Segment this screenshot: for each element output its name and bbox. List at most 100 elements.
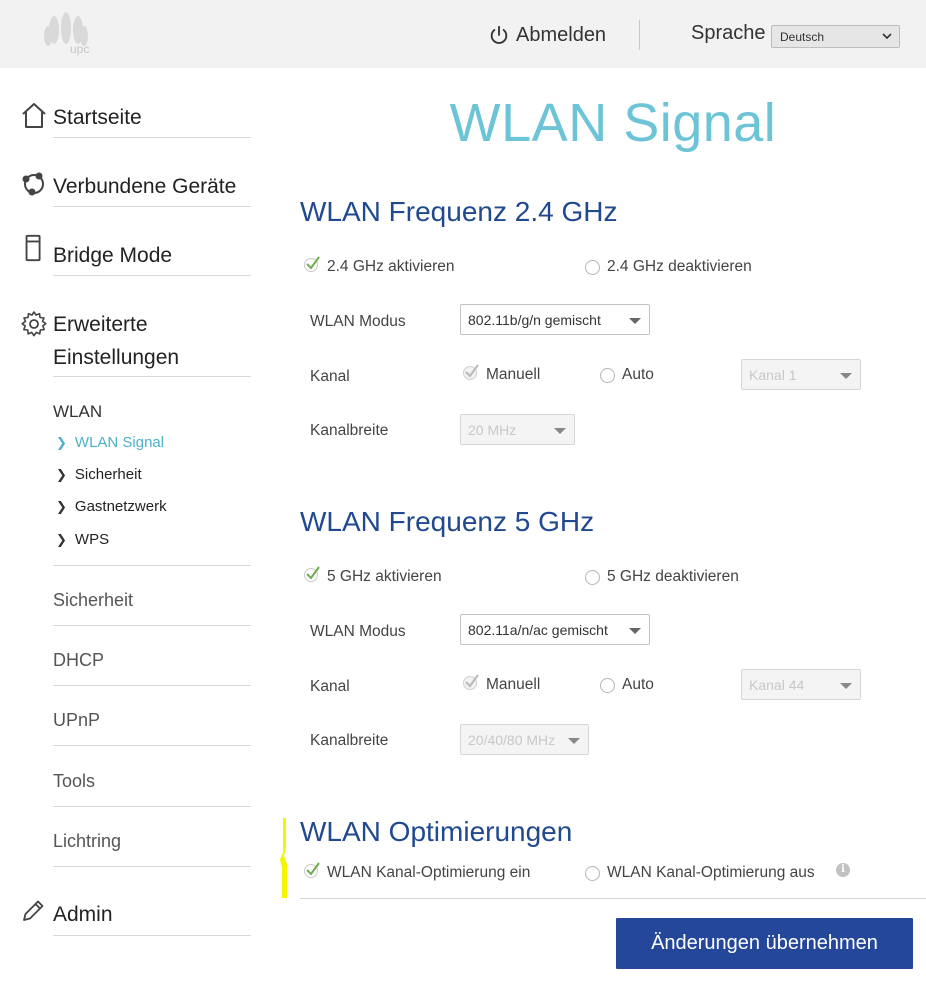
radio-label: 2.4 GHz deaktivieren xyxy=(607,258,752,275)
select-value: Kanal 44 xyxy=(749,677,805,693)
sidebar-item-label-line2: Einstellungen xyxy=(53,346,180,369)
sidebar-item-verbundene-geraete[interactable]: Verbundene Geräte xyxy=(20,170,251,210)
language-selected: Deutsch xyxy=(780,30,825,44)
select-value: Kanal 1 xyxy=(749,367,797,383)
channel-select-2-4ghz[interactable]: Kanal 1 xyxy=(741,359,861,390)
sidebar-item-sicherheit[interactable]: Sicherheit xyxy=(53,590,133,611)
field-label-kanalbreite: Kanalbreite xyxy=(310,732,389,749)
sidebar-subitem-label: Gastnetzwerk xyxy=(74,498,167,515)
radio-kanal-manuell-2-4ghz[interactable]: Manuell xyxy=(462,364,541,384)
field-label-wlan-modus: WLAN Modus xyxy=(310,313,406,330)
language-select[interactable]: Deutsch xyxy=(771,25,900,48)
home-icon xyxy=(22,103,46,128)
select-value: 20 MHz xyxy=(468,422,517,438)
logout-button[interactable]: Abmelden xyxy=(488,21,606,49)
field-label-wlan-modus: WLAN Modus xyxy=(310,623,406,640)
radio-label: Manuell xyxy=(486,366,541,383)
sidebar-divider xyxy=(53,137,251,138)
channel-width-select-5ghz[interactable]: 20/40/80 MHz xyxy=(460,724,589,755)
select-value: 20/40/80 MHz xyxy=(468,732,556,748)
radio-label: WLAN Kanal-Optimierung aus xyxy=(607,864,815,881)
sidebar-wlan-heading: WLAN xyxy=(53,402,103,421)
radio-kanal-auto-5ghz[interactable]: Auto xyxy=(600,676,654,694)
content-divider xyxy=(300,898,926,899)
sidebar-item-label: Bridge Mode xyxy=(53,244,173,267)
radio-2-4ghz-enable[interactable]: 2.4 GHz aktivieren xyxy=(303,256,455,276)
chevron-right-icon: ❯ xyxy=(56,498,67,514)
logout-label: Abmelden xyxy=(516,23,607,46)
language-label: Sprache xyxy=(691,22,766,44)
sidebar-divider xyxy=(53,745,251,746)
radio-circle-icon xyxy=(585,865,600,881)
field-label-kanal: Kanal xyxy=(310,678,350,695)
highlight-mark xyxy=(280,818,287,898)
sidebar-subitem-label: WPS xyxy=(74,531,110,548)
sidebar-item-sicherheit-wlan[interactable]: ❯ Sicherheit xyxy=(56,466,142,483)
select-value: 802.11b/g/n gemischt xyxy=(468,312,601,328)
wlan-mode-select-5ghz[interactable]: 802.11a/n/ac gemischt xyxy=(460,614,650,645)
field-label-kanalbreite: Kanalbreite xyxy=(310,422,389,439)
dropdown-arrow-icon xyxy=(840,373,852,379)
sidebar-item-dhcp[interactable]: DHCP xyxy=(53,650,104,671)
sidebar-item-admin[interactable]: Admin xyxy=(20,898,251,934)
chevron-down-icon xyxy=(882,33,892,40)
dropdown-arrow-icon xyxy=(568,738,580,744)
radio-label: Auto xyxy=(622,676,654,693)
dropdown-arrow-icon xyxy=(629,318,641,324)
apply-changes-button[interactable]: Änderungen übernehmen xyxy=(616,918,913,969)
radio-kanal-manuell-5ghz[interactable]: Manuell xyxy=(462,674,541,694)
channel-select-5ghz[interactable]: Kanal 44 xyxy=(741,669,861,700)
sidebar-item-lichtring[interactable]: Lichtring xyxy=(53,831,121,852)
sidebar-item-wlan-signal[interactable]: ❯ WLAN Signal xyxy=(56,434,164,451)
top-header: upc Abmelden Sprache Deutsch xyxy=(0,0,926,68)
sidebar-divider xyxy=(53,625,251,626)
radio-kanal-auto-2-4ghz[interactable]: Auto xyxy=(600,366,654,384)
radio-5ghz-enable[interactable]: 5 GHz aktivieren xyxy=(303,566,442,586)
radio-5ghz-disable[interactable]: 5 GHz deaktivieren xyxy=(585,568,739,586)
field-label-kanal: Kanal xyxy=(310,368,350,385)
radio-label: 5 GHz aktivieren xyxy=(327,568,442,585)
sidebar-divider xyxy=(53,685,251,686)
select-value: 802.11a/n/ac gemischt xyxy=(468,622,608,638)
sidebar-item-wps[interactable]: ❯ WPS xyxy=(56,531,109,548)
check-icon xyxy=(304,566,320,582)
gear-icon xyxy=(21,311,47,337)
sidebar-item-label: Startseite xyxy=(53,106,142,129)
sidebar-divider xyxy=(53,935,251,936)
sidebar-item-bridge-mode[interactable]: Bridge Mode xyxy=(20,234,251,274)
sidebar-item-upnp[interactable]: UPnP xyxy=(53,710,100,731)
section-title-2-4ghz: WLAN Frequenz 2.4 GHz xyxy=(300,196,618,227)
sidebar-divider xyxy=(53,866,251,867)
wlan-mode-select-2-4ghz[interactable]: 802.11b/g/n gemischt xyxy=(460,304,650,335)
sidebar-item-erweiterte-einstellungen[interactable]: Erweiterte Einstellungen xyxy=(20,308,251,376)
logo-text: upc xyxy=(70,42,90,56)
header-divider xyxy=(639,20,640,50)
section-title-optimierungen: WLAN Optimierungen xyxy=(300,816,573,847)
radio-circle-icon xyxy=(600,367,615,383)
chevron-right-icon: ❯ xyxy=(56,531,67,547)
info-icon[interactable]: i xyxy=(836,863,850,877)
sidebar-item-tools[interactable]: Tools xyxy=(53,771,95,792)
power-icon xyxy=(490,25,508,44)
page-title: WLAN Signal xyxy=(449,93,777,153)
radio-optimization-off[interactable]: WLAN Kanal-Optimierung aus xyxy=(585,864,815,882)
sidebar-item-label: Verbundene Geräte xyxy=(53,175,237,198)
sidebar-item-gastnetzwerk[interactable]: ❯ Gastnetzwerk xyxy=(56,498,167,515)
radio-circle-icon xyxy=(585,259,600,275)
radio-circle-icon xyxy=(585,569,600,585)
chevron-right-icon: ❯ xyxy=(56,466,67,482)
sidebar-divider xyxy=(53,376,251,377)
channel-width-select-2-4ghz[interactable]: 20 MHz xyxy=(460,414,575,445)
check-icon xyxy=(463,674,479,690)
sidebar-item-startseite[interactable]: Startseite xyxy=(20,101,251,141)
radio-optimization-on[interactable]: WLAN Kanal-Optimierung ein xyxy=(303,862,530,882)
dropdown-arrow-icon xyxy=(554,428,566,434)
radio-label: Manuell xyxy=(486,676,541,693)
sidebar-subitem-label: WLAN Signal xyxy=(74,434,165,451)
check-icon xyxy=(304,862,320,878)
radio-2-4ghz-disable[interactable]: 2.4 GHz deaktivieren xyxy=(585,258,752,276)
sidebar-subitem-label: Sicherheit xyxy=(74,466,142,483)
sidebar-item-label: Admin xyxy=(53,903,113,926)
sidebar-divider xyxy=(53,275,251,276)
sidebar-item-label-line1: Erweiterte xyxy=(53,313,148,336)
